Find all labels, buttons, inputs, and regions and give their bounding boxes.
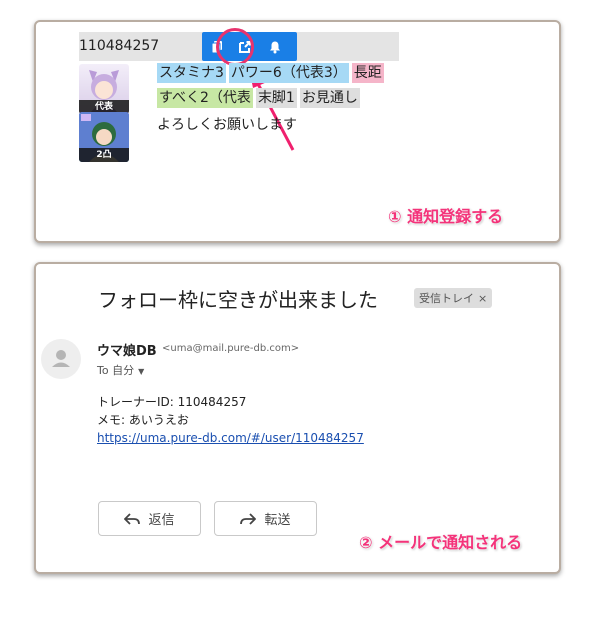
bell-icon	[270, 41, 280, 54]
email-subject: フォロー枠に空きが出来ました	[98, 288, 378, 312]
sender-email: <uma@mail.pure-db.com>	[162, 343, 300, 354]
sender-name: ウマ娘DB	[97, 344, 157, 359]
skill-tag: パワー6（代表3）	[228, 63, 349, 83]
skill-tag: 末脚1	[255, 88, 297, 108]
avatar-label: 2凸	[79, 148, 129, 162]
forward-button[interactable]: 転送	[214, 501, 317, 536]
person-icon	[52, 350, 70, 367]
chevron-down-icon: ▼	[138, 367, 145, 376]
profile-link[interactable]: https://uma.pure-db.com/#/user/110484257	[97, 429, 364, 447]
close-icon[interactable]: ×	[478, 292, 487, 305]
forward-icon	[240, 512, 257, 525]
notify-button[interactable]	[264, 36, 286, 58]
body-trainer-id: トレーナーID: 110484257	[97, 395, 247, 409]
forward-label: 転送	[264, 513, 291, 528]
character-avatar-leader: 代表	[79, 64, 129, 114]
bell-highlight-circle	[216, 28, 254, 66]
trainer-id: 110484257	[79, 38, 160, 54]
reply-label: 返信	[148, 513, 175, 528]
trainer-card-panel: 110484257 代表 2凸 スタミナ3 パワー6（代表3） 長距 すべく2（…	[34, 20, 561, 243]
character-avatar-support: 2凸	[79, 112, 129, 162]
inbox-label-text: 受信トレイ	[419, 292, 474, 305]
step-1-label: ① 通知登録する	[388, 207, 504, 226]
skill-line-2: すべく2（代表 末脚1 お見通し	[157, 88, 363, 108]
email-body: トレーナーID: 110484257 メモ: あいうえお https://uma…	[97, 393, 364, 447]
recipient-text: To 自分	[97, 364, 135, 377]
avatar	[41, 339, 81, 379]
skill-tag: スタミナ3	[157, 63, 226, 83]
trainer-memo: よろしくお願いします	[157, 117, 297, 133]
reply-icon	[124, 512, 141, 525]
email-panel: フォロー枠に空きが出来ました 受信トレイ × ウマ娘DB <uma@mail.pu…	[34, 262, 561, 574]
body-memo: メモ: あいうえお	[97, 413, 189, 427]
skill-line-1: スタミナ3 パワー6（代表3） 長距	[157, 63, 387, 83]
reply-button[interactable]: 返信	[98, 501, 201, 536]
skill-tag: 長距	[351, 63, 384, 83]
step-2-label: ② メールで通知される	[359, 533, 523, 552]
inbox-label-chip: 受信トレイ ×	[414, 288, 493, 308]
skill-tag: お見通し	[299, 88, 360, 108]
recipient-dropdown[interactable]: To 自分 ▼	[97, 362, 144, 378]
skill-tag: すべく2（代表	[157, 88, 253, 108]
